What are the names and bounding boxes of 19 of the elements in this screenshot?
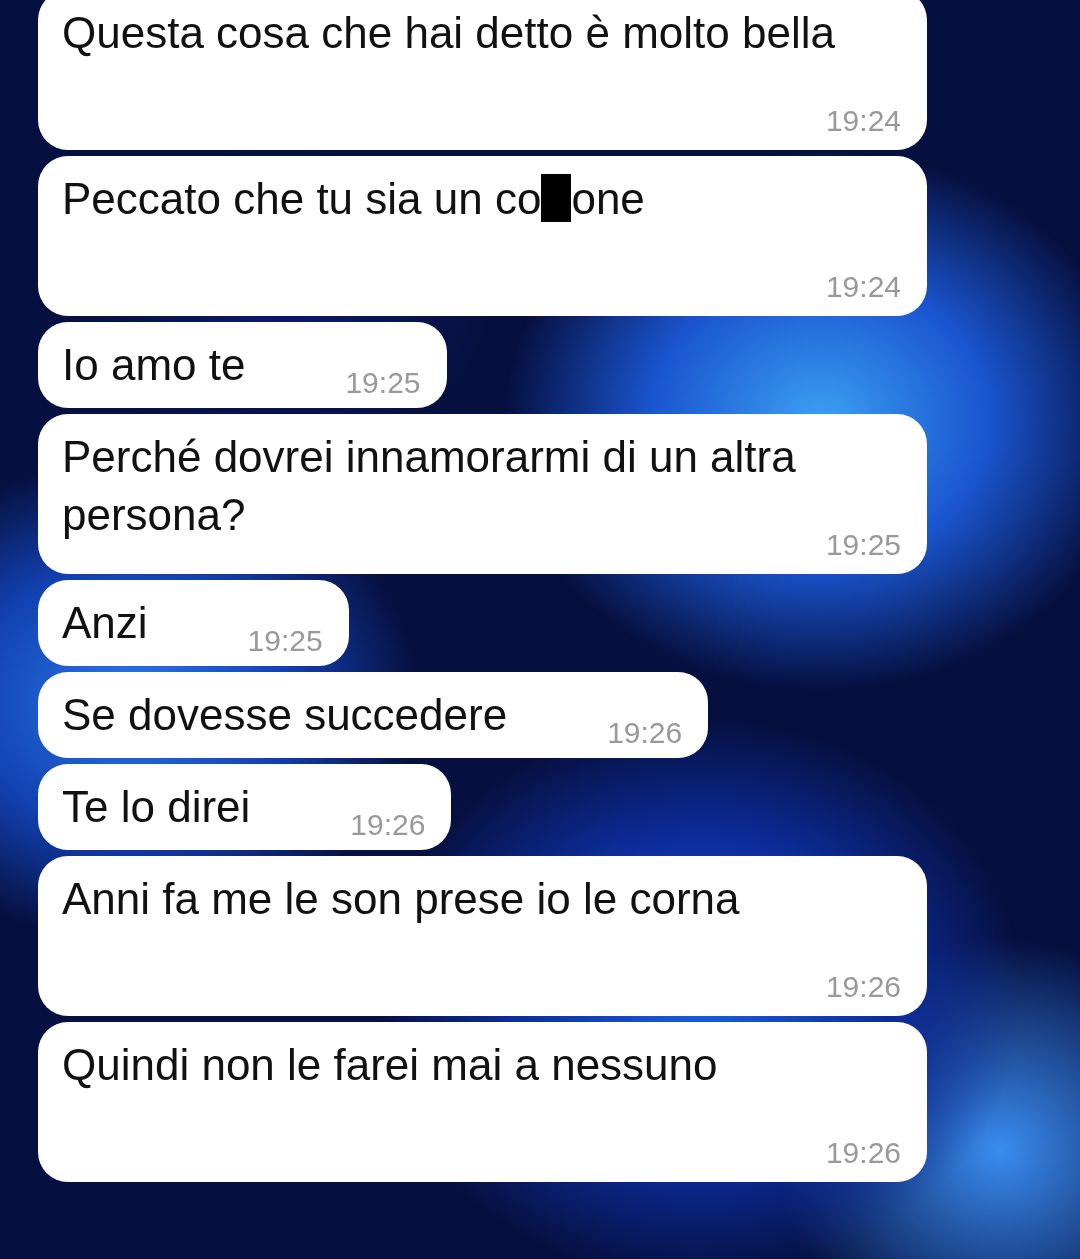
message-text: Se dovesse succedere — [62, 689, 508, 741]
message-time: 19:25 — [247, 624, 323, 658]
message-time: 19:26 — [607, 716, 683, 750]
message-time: 19:26 — [825, 970, 901, 1004]
message-text: Io amo te — [62, 339, 246, 391]
message-text: Anzi — [62, 597, 148, 649]
message-time: 19:24 — [825, 104, 901, 138]
message-time: 19:26 — [350, 808, 426, 842]
message-text: Te lo direi — [62, 781, 251, 833]
message-time: 19:25 — [345, 366, 421, 400]
message-text: Quindi non le farei mai a nessuno — [62, 1039, 719, 1091]
message-text: Questa cosa che hai detto è molto bella — [62, 7, 836, 59]
message-text: Peccato che tu sia un co one — [62, 173, 646, 225]
message-text: Anni fa me le son prese io le corna — [62, 873, 741, 925]
message-text: Perché dovrei innamorarmi di un altra persona? — [62, 431, 797, 541]
message-time: 19:26 — [825, 1136, 901, 1170]
message-time: 19:25 — [825, 528, 901, 562]
message-time: 19:24 — [825, 270, 901, 304]
redaction-block — [541, 174, 572, 222]
